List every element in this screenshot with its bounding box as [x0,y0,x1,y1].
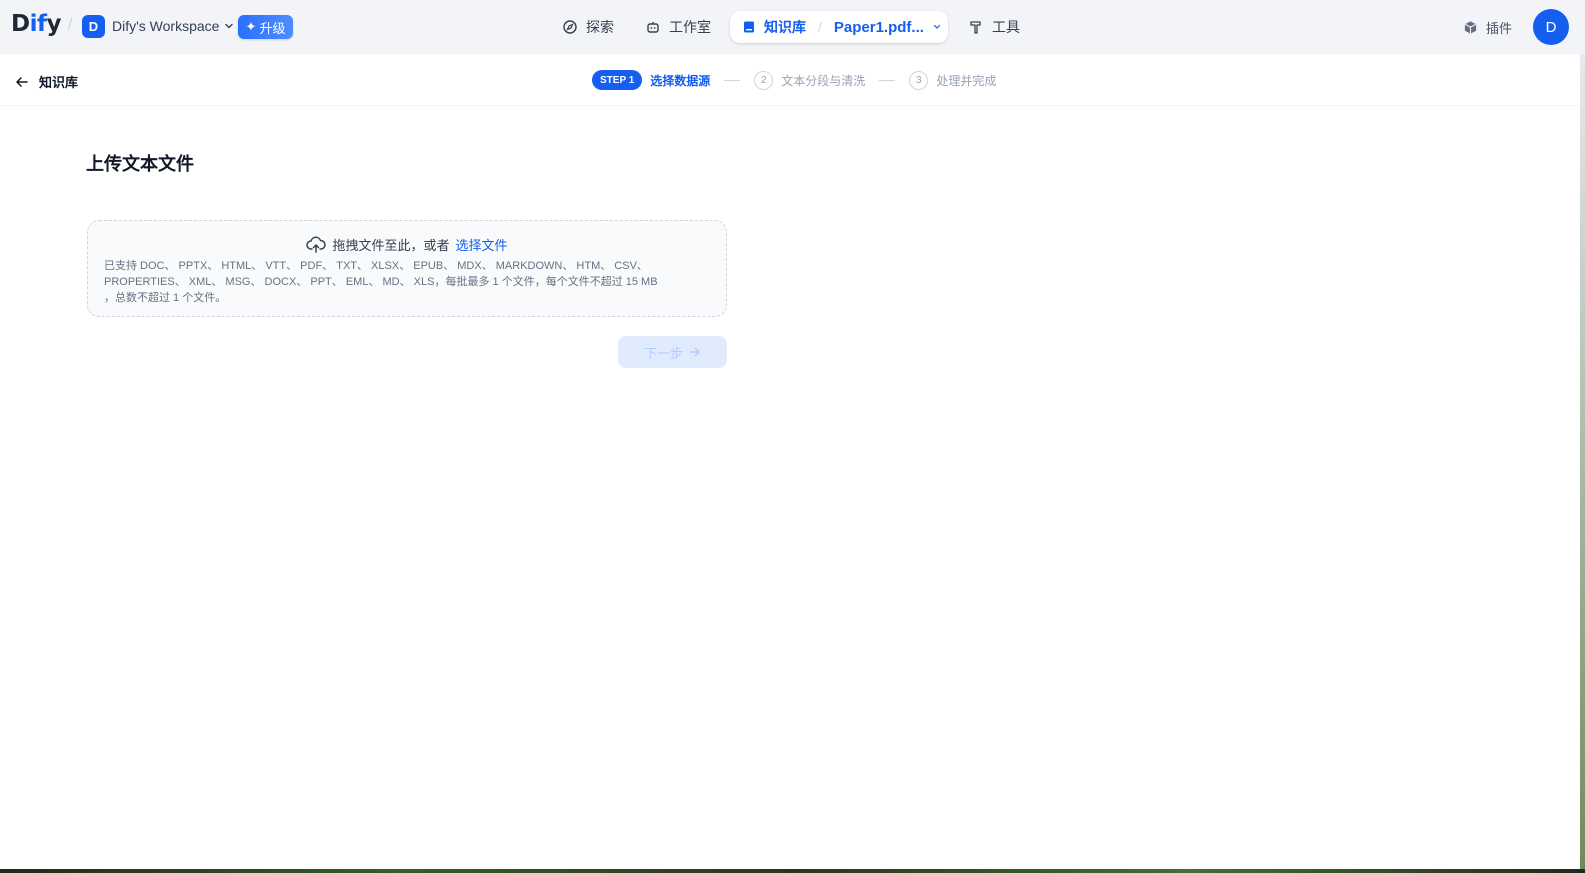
supported-formats-line: PROPERTIES、 XML、 MSG、 DOCX、 PPT、 EML、 MD… [104,276,658,288]
step-1-label: 选择数据源 [650,73,711,88]
supported-formats-line: 已支持 DOC、 PPTX、 HTML、 VTT、 PDF、 TXT、 XLSX… [104,260,648,272]
top-navbar: Dify / D Dify's Workspace ✦ 升级 探索 工作室 知识… [0,0,1585,54]
nav-knowledge-active[interactable]: 知识库 / Paper1.pdf... [730,11,948,43]
next-step-button[interactable]: 下一步 [618,336,727,368]
book-icon [744,21,754,33]
logo-text-if: if [29,11,47,37]
step-2-badge: 2 [754,70,774,90]
cloud-upload-icon [306,236,327,253]
breadcrumb-separator: / [818,19,822,35]
step-divider [879,79,896,81]
step-3-label: 处理并完成 [936,73,997,88]
dropzone-prompt-text: 拖拽文件至此，或者 [332,238,450,253]
plugins-button[interactable]: 插件 [1463,18,1512,37]
supported-formats-line: ，总数不超过 1 个文件。 [104,292,227,304]
workspace-name: Dify's Workspace [112,18,220,34]
create-dataset-header: 知识库 STEP 1 选择数据源 2 文本分段与清洗 3 处理并完成 [0,54,1585,106]
nav-studio[interactable]: 工作室 [645,16,711,38]
dify-logo[interactable]: Dify [11,11,61,37]
nav-knowledge-label: 知识库 [764,19,806,35]
nav-studio-label: 工作室 [669,19,711,35]
window-edge-decoration [1580,54,1585,873]
next-step-label: 下一步 [643,345,683,361]
nav-tools-label: 工具 [992,19,1020,35]
logo-text-y: y [46,11,61,37]
current-doc-name[interactable]: Paper1.pdf... [834,19,924,36]
hammer-icon [970,21,981,34]
step-divider [724,79,741,81]
sparkle-icon: ✦ [245,19,257,34]
workspace-switcher[interactable]: Dify's Workspace [112,18,235,34]
main-panel: 知识库 STEP 1 选择数据源 2 文本分段与清洗 3 处理并完成 上传文本文… [0,54,1585,873]
chevron-down-icon [225,23,234,29]
nav-tools[interactable]: 工具 [968,16,1020,38]
desktop-wallpaper-strip [0,869,1585,873]
user-avatar[interactable]: D [1533,9,1569,45]
arrow-left-icon [16,76,28,87]
nav-explore-label: 探索 [586,19,614,35]
step-1-badge: STEP 1 [592,70,643,90]
supported-formats-text: 已支持 DOC、 PPTX、 HTML、 VTT、 PDF、 TXT、 XLSX… [104,258,716,306]
workspace-avatar[interactable]: D [82,15,105,38]
upgrade-button[interactable]: ✦ 升级 [238,15,293,39]
step-indicator: STEP 1 选择数据源 2 文本分段与清洗 3 处理并完成 [592,70,996,90]
arrow-right-icon [689,347,700,357]
step-3-badge: 3 [909,70,929,90]
robot-icon [647,22,659,33]
plugins-label: 插件 [1486,21,1513,36]
dropzone-prompt: 拖拽文件至此，或者 选择文件 [88,235,726,254]
back-label: 知识库 [39,75,79,90]
upgrade-label: 升级 [259,20,286,36]
file-dropzone[interactable]: 拖拽文件至此，或者 选择文件 已支持 DOC、 PPTX、 HTML、 VTT、… [87,220,727,317]
choose-file-link[interactable]: 选择文件 [456,235,508,254]
page-title: 上传文本文件 [86,154,194,174]
cube-icon [1464,21,1477,34]
nav-explore[interactable]: 探索 [562,16,614,38]
compass-icon [563,20,577,34]
step-2-label: 文本分段与清洗 [781,73,866,88]
logo-text-d: D [11,11,30,37]
breadcrumb-separator: / [68,16,73,33]
back-to-knowledge[interactable]: 知识库 [15,72,78,91]
chevron-down-icon[interactable] [932,22,942,32]
